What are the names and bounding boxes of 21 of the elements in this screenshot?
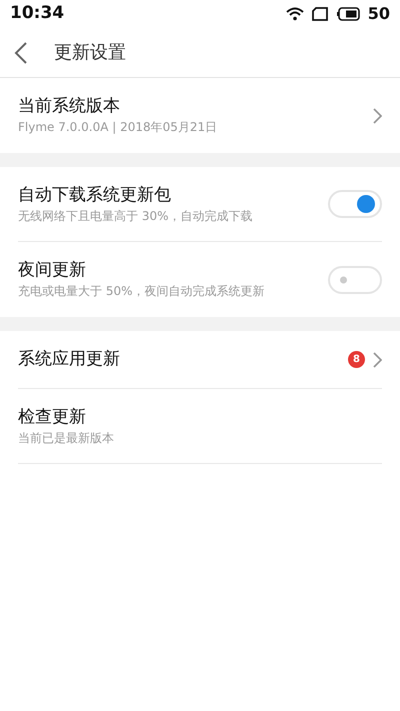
setting-title[interactable]: 检查更新 — [18, 406, 114, 428]
status-time: 10:34 — [10, 2, 64, 26]
setting-description: Flyme 7.0.0.0A | 2018年05月21日 — [18, 119, 218, 136]
battery-level: 50 — [368, 3, 390, 25]
setting-title[interactable]: 夜间更新 — [18, 259, 264, 282]
page-title: 更新设置 — [54, 41, 126, 65]
setting-description: 无线网络下且电量高于 30%，自动完成下载 — [18, 208, 252, 224]
back-icon[interactable] — [14, 42, 28, 64]
setting-description: 充电或电量大于 50%，夜间自动完成系统更新 — [18, 283, 264, 300]
battery-icon — [336, 7, 360, 21]
sim-card-icon — [312, 7, 328, 21]
wifi-icon — [286, 7, 304, 21]
toggle-switch[interactable] — [328, 190, 382, 218]
setting-description: 当前已是最新版本 — [18, 430, 114, 446]
toggle-switch[interactable] — [328, 266, 382, 294]
chevron-right-icon[interactable] — [373, 352, 382, 368]
setting-title[interactable]: 系统应用更新 — [18, 348, 120, 371]
update-count-badge: 8 — [348, 351, 365, 368]
setting-title[interactable]: 自动下载系统更新包 — [18, 184, 252, 206]
chevron-right-icon[interactable] — [373, 108, 382, 124]
setting-title[interactable]: 当前系统版本 — [18, 95, 218, 118]
